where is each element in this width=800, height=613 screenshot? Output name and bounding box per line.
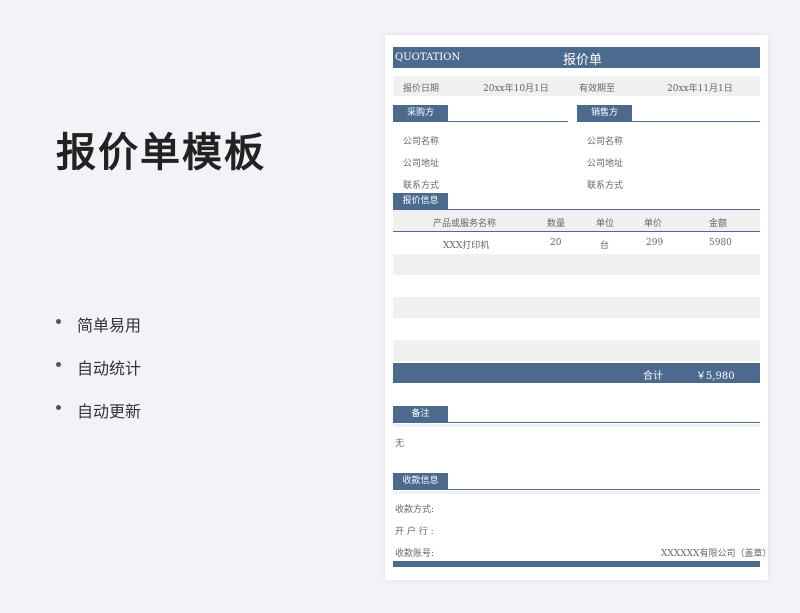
footer-band (393, 561, 760, 567)
buyer-address: 公司地址 (403, 159, 440, 169)
date-value: 20xx年10月1日 (483, 84, 549, 94)
table-row-empty (393, 297, 760, 318)
cell-qty: 20 (550, 238, 562, 248)
valid-label: 有效期至 (579, 84, 616, 94)
payment-method: 收款方式: (395, 505, 435, 515)
company-seal: XXXXXX有限公司（盖章） (661, 549, 772, 559)
feature-item: 简单易用 (56, 312, 141, 355)
sheet-header: QUOTATION 报价单 (393, 47, 760, 68)
col-price: 单价 (644, 219, 663, 229)
buyer-contact: 联系方式 (403, 181, 440, 191)
bullet-icon (56, 319, 61, 324)
cell-price: 299 (646, 238, 664, 248)
cell-name: XXX打印机 (443, 241, 490, 251)
payment-bank: 开 户 行 : (395, 527, 434, 537)
total-row: 合计 ￥5,980 (393, 363, 760, 383)
total-label: 合计 (643, 371, 663, 382)
feature-list: 简单易用 自动统计 自动更新 (56, 312, 141, 441)
valid-value: 20xx年11月1日 (667, 84, 733, 94)
table-row-empty (393, 319, 760, 340)
seller-address: 公司地址 (587, 159, 624, 169)
seller-tag: 销售方 (577, 105, 632, 121)
header-cn: 报价单 (563, 53, 603, 68)
table-header: 产品或服务名称 数量 单位 单价 金额 (393, 210, 760, 232)
table-row: XXX打印机 20 台 299 5980 (393, 232, 760, 253)
notes-tag: 备注 (393, 406, 448, 422)
table-row-empty (393, 340, 760, 361)
page-title: 报价单模板 (56, 130, 266, 176)
quote-tag: 报价信息 (393, 193, 448, 209)
payment-strip (393, 491, 760, 494)
quotation-sheet: QUOTATION 报价单 报价日期 20xx年10月1日 有效期至 20xx年… (385, 35, 772, 580)
col-qty: 数量 (547, 219, 566, 229)
notes-rule (393, 422, 760, 423)
cell-unit: 台 (600, 241, 610, 251)
bullet-icon (56, 405, 61, 410)
payment-rule (393, 489, 760, 490)
bullet-icon (56, 362, 61, 367)
table-row-empty (393, 276, 760, 297)
seller-rule (577, 121, 760, 122)
notes-value: 无 (395, 439, 405, 449)
date-row: 报价日期 20xx年10月1日 有效期至 20xx年11月1日 (393, 76, 760, 96)
notes-box (393, 424, 760, 427)
table-row-empty (393, 254, 760, 275)
col-name: 产品或服务名称 (433, 219, 497, 229)
col-amount: 金额 (709, 219, 728, 229)
cell-amount: 5980 (709, 238, 732, 248)
seller-company: 公司名称 (587, 137, 624, 147)
buyer-rule (393, 121, 568, 122)
feature-item: 自动统计 (56, 355, 141, 398)
date-label: 报价日期 (403, 84, 440, 94)
buyer-tag: 采购方 (393, 105, 448, 121)
payment-tag: 收款信息 (393, 473, 448, 489)
payment-account: 收款账号: (395, 549, 435, 559)
header-en: QUOTATION (395, 52, 461, 63)
total-value: ￥5,980 (696, 371, 735, 382)
buyer-company: 公司名称 (403, 137, 440, 147)
col-unit: 单位 (596, 219, 615, 229)
seller-contact: 联系方式 (587, 181, 624, 191)
feature-item: 自动更新 (56, 398, 141, 441)
